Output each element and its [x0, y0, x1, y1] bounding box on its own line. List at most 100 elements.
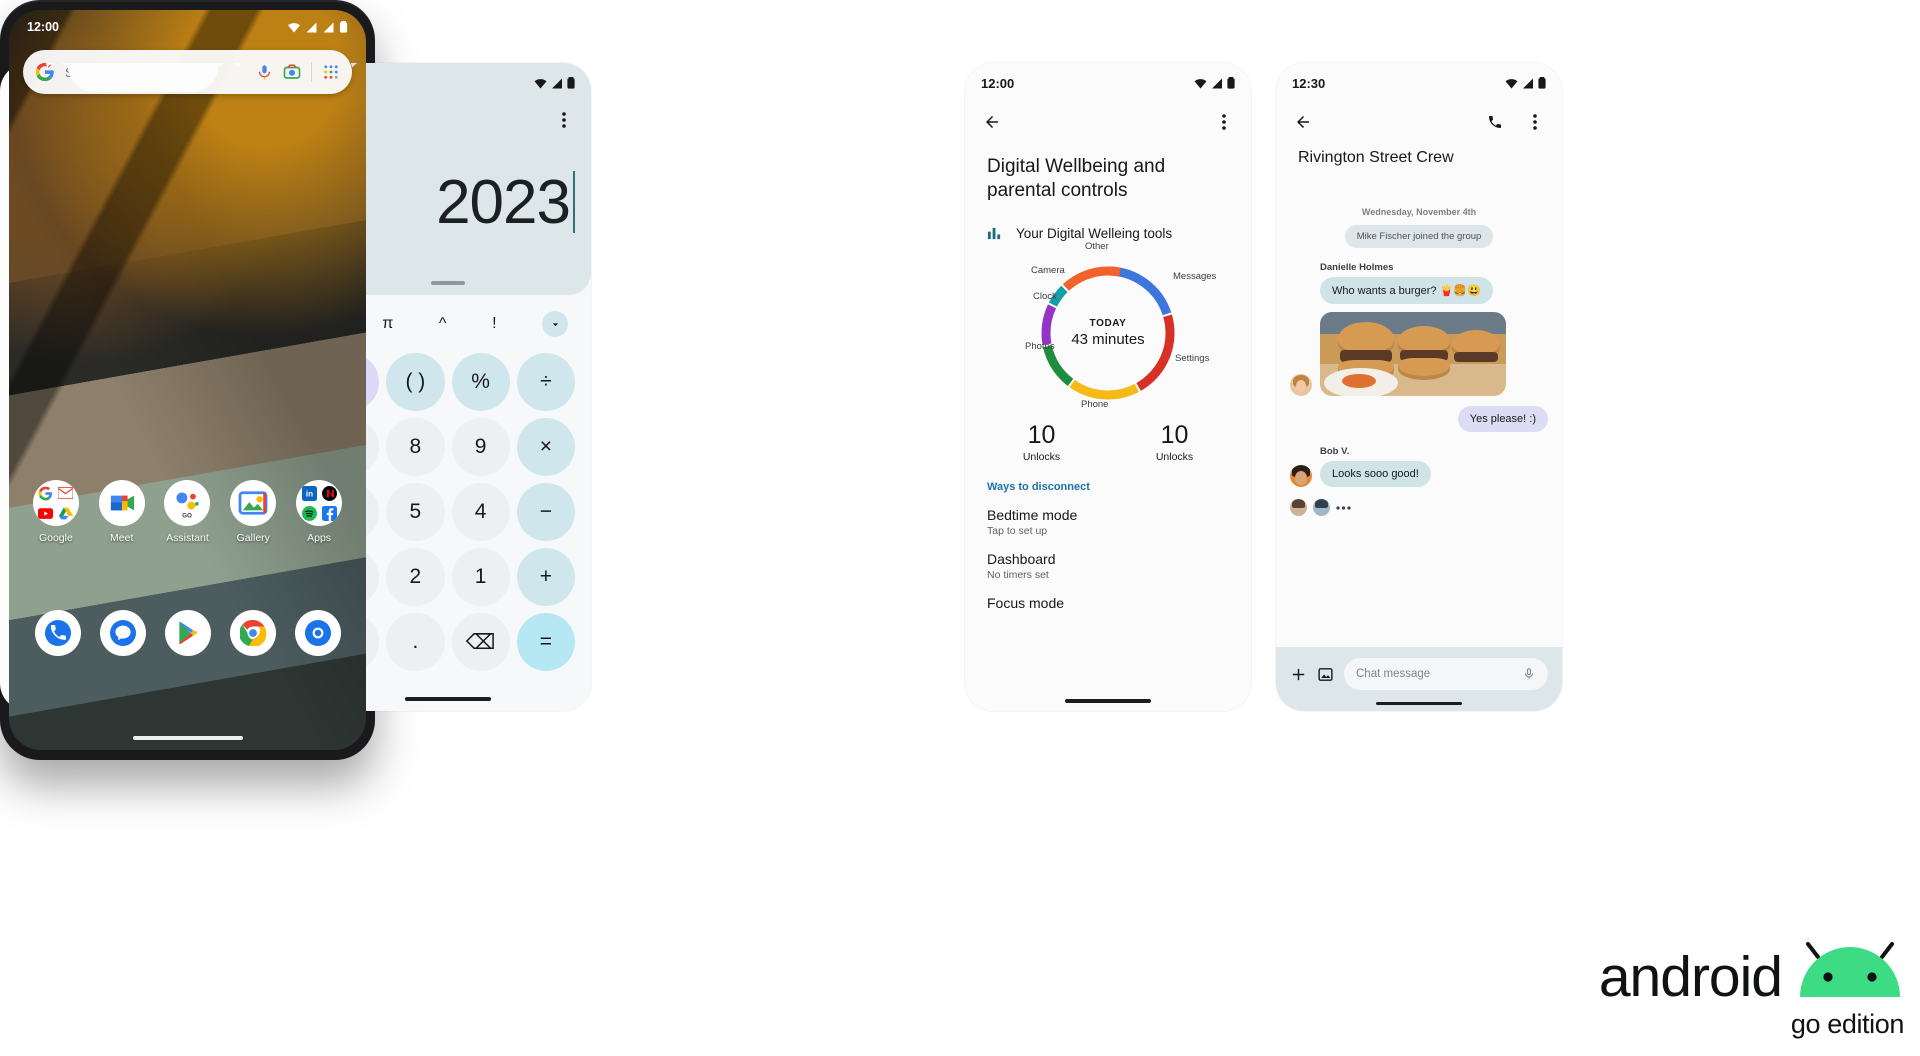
message-row-incoming[interactable]: Who wants a burger? 🍟🍔😃	[1276, 277, 1562, 304]
setting-subtitle: Tap to set up	[987, 524, 1048, 537]
battery-icon	[567, 77, 575, 89]
key-parens[interactable]: ( )	[386, 353, 445, 411]
key-percent[interactable]: %	[451, 353, 510, 411]
donut-label-messages: Messages	[1173, 270, 1217, 282]
status-time: 12:30	[1292, 75, 1326, 91]
chat-message-placeholder: Chat message	[1356, 668, 1431, 680]
screen-time-donut-chart[interactable]: TODAY 43 minutes Other Messages Camera C…	[1003, 241, 1217, 413]
home-indicator	[1065, 699, 1151, 703]
status-time: 12:00	[981, 75, 1015, 91]
op-power[interactable]: ^	[439, 315, 447, 333]
home-indicator	[132, 736, 243, 740]
phone-home-screen: 12:00 Search…	[0, 0, 375, 760]
app-google[interactable]: Google	[28, 480, 84, 544]
message-row-image[interactable]	[1276, 312, 1562, 396]
dock-phone[interactable]	[34, 610, 81, 656]
home-indicator	[1376, 702, 1462, 705]
system-message: Mike Fischer joined the group	[1344, 225, 1494, 248]
unlocks-label: Unlocks	[1155, 450, 1194, 463]
drag-handle[interactable]	[431, 281, 465, 285]
dock-messages[interactable]	[99, 610, 146, 656]
donut-label-settings: Settings	[1175, 352, 1210, 364]
google-lens-icon[interactable]	[283, 63, 301, 81]
key-multiply[interactable]: ×	[516, 418, 575, 476]
key-8[interactable]: 8	[386, 418, 445, 476]
avatar	[1290, 465, 1312, 487]
donut-label-photos: Photos	[1025, 340, 1055, 352]
chevron-down-icon[interactable]	[542, 311, 569, 337]
message-bubble: Yes please! :)	[1457, 406, 1548, 432]
key-divide[interactable]: ÷	[516, 353, 575, 411]
key-plus[interactable]: +	[516, 548, 575, 606]
key-4[interactable]: 4	[451, 483, 510, 541]
donut-label-camera: Camera	[1031, 264, 1065, 276]
more-horiz-icon[interactable]	[1336, 505, 1351, 511]
back-arrow-icon[interactable]	[979, 109, 1005, 135]
setting-bedtime-mode[interactable]: Bedtime mode Tap to set up	[965, 493, 1251, 537]
app-label: Google	[38, 532, 73, 544]
chat-message-input[interactable]: Chat message	[1344, 658, 1548, 690]
app-grid-icon[interactable]	[322, 63, 340, 81]
more-vert-icon[interactable]	[1211, 109, 1237, 135]
key-1[interactable]: 1	[451, 548, 510, 606]
microphone-icon[interactable]	[1522, 667, 1536, 681]
key-9[interactable]: 9	[451, 418, 510, 476]
image-icon[interactable]	[1317, 666, 1334, 683]
app-apps-folder[interactable]: in Apps	[291, 480, 347, 544]
app-label: Gallery	[236, 532, 270, 544]
dock-camera[interactable]	[294, 610, 341, 656]
message-row-outgoing[interactable]: Yes please! :)	[1276, 396, 1562, 432]
message-photo[interactable]	[1320, 312, 1506, 396]
app-gallery[interactable]: Gallery	[225, 480, 281, 544]
phone-wellbeing-screen: 12:00 Digital Wellbeing and parental con…	[965, 63, 1251, 711]
reaction-avatars-row[interactable]	[1276, 487, 1562, 516]
op-factorial[interactable]: !	[492, 315, 496, 333]
dock-play-store[interactable]	[164, 610, 211, 656]
more-vert-icon[interactable]	[551, 107, 577, 133]
setting-title: Dashboard	[987, 550, 1056, 567]
key-decimal[interactable]: .	[386, 613, 445, 671]
op-pi[interactable]: π	[382, 315, 393, 333]
key-5[interactable]: 5	[386, 483, 445, 541]
bar-chart-icon	[987, 227, 1001, 239]
plus-icon[interactable]	[1290, 666, 1307, 683]
donut-kicker: TODAY	[1089, 317, 1127, 329]
app-label: Apps	[307, 532, 332, 544]
android-go-tagline: go edition	[1790, 1009, 1905, 1039]
key-equals[interactable]: =	[516, 613, 575, 671]
messages-app-bar	[1276, 103, 1562, 135]
google-folder-icon	[32, 480, 79, 526]
message-row-incoming[interactable]: Looks sooo good!	[1276, 461, 1562, 487]
avatar	[1313, 499, 1330, 516]
apps-folder-icon: in	[296, 480, 343, 526]
key-2[interactable]: 2	[386, 548, 445, 606]
setting-focus-mode[interactable]: Focus mode	[965, 581, 1251, 611]
setting-title: Focus mode	[987, 594, 1065, 611]
wellbeing-section-label: Your Digital Welleing tools	[1016, 225, 1173, 241]
setting-dashboard[interactable]: Dashboard No timers set	[965, 537, 1251, 581]
app-assistant[interactable]: GO Assistant	[159, 480, 215, 544]
key-minus[interactable]: −	[516, 483, 575, 541]
marketing-composition: 12:30 Lewis Q	[0, 0, 1920, 1056]
donut-label-clock: Clock	[1033, 290, 1057, 302]
status-time: 12:00	[27, 20, 59, 34]
key-backspace[interactable]: ⌫	[451, 613, 510, 671]
message-sender: Bob V.	[1320, 446, 1350, 457]
phone-icon[interactable]	[1482, 109, 1508, 135]
avatar	[1290, 374, 1312, 396]
unlocks-stat: 10 Unlocks	[1023, 421, 1060, 463]
more-vert-icon[interactable]	[1522, 109, 1548, 135]
android-robot-icon	[1800, 942, 1900, 997]
donut-label-phone: Phone	[1081, 398, 1109, 410]
google-meet-icon	[98, 480, 145, 526]
microphone-icon[interactable]	[256, 64, 273, 81]
status-icons	[287, 21, 348, 33]
setting-subtitle: No timers set	[987, 568, 1049, 581]
status-bar: 12:00	[9, 10, 366, 44]
dock-chrome[interactable]	[229, 610, 276, 656]
back-arrow-icon[interactable]	[1290, 109, 1316, 135]
signal-2-icon	[323, 22, 334, 32]
ways-to-disconnect-header[interactable]: Ways to disconnect	[965, 463, 1251, 493]
app-meet[interactable]: Meet	[94, 480, 150, 544]
wellbeing-section-header: Your Digital Welleing tools	[965, 204, 1251, 241]
